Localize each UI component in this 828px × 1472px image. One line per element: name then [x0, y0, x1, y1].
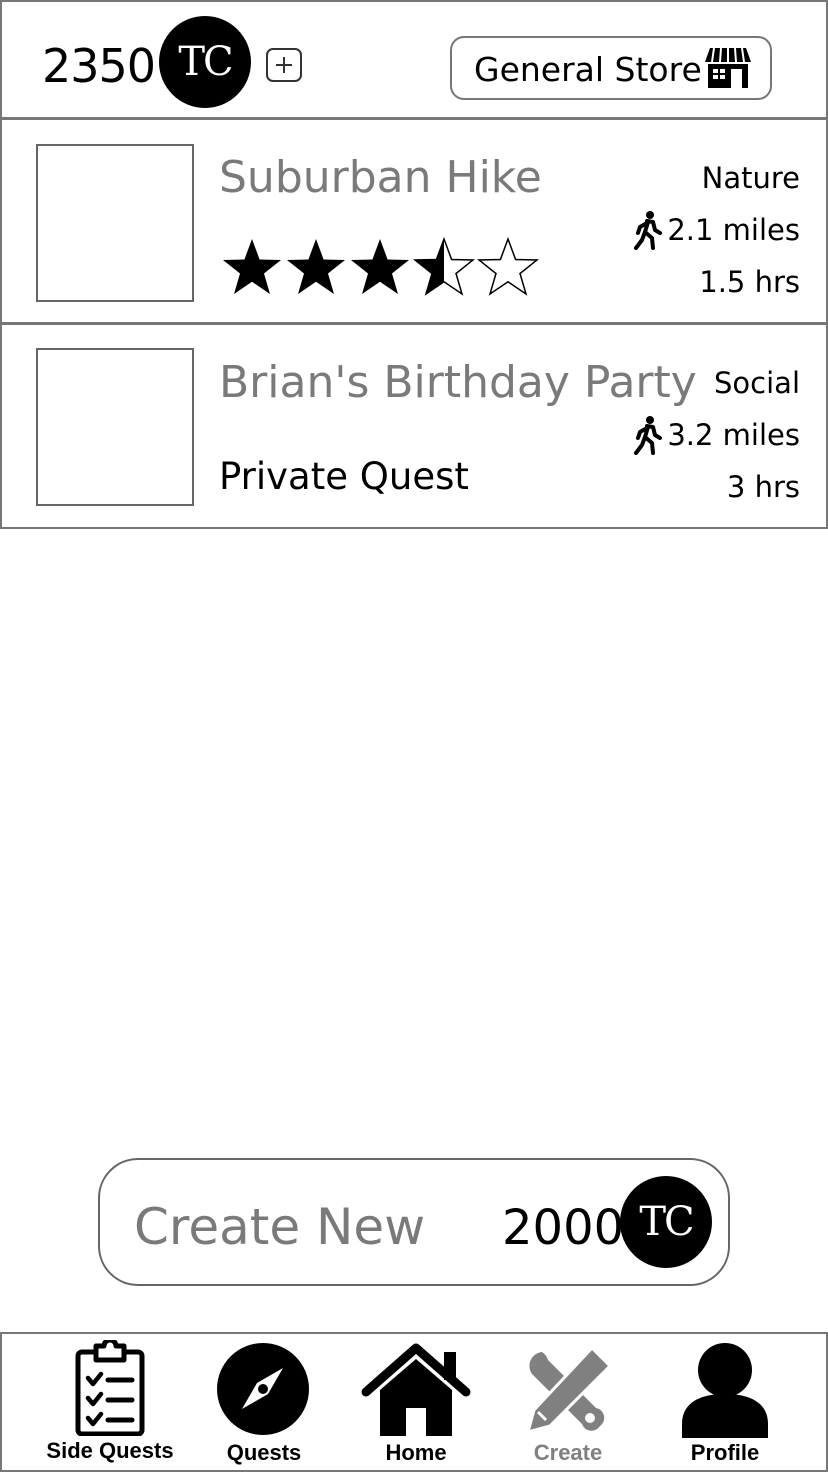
bottom-nav: Side Quests Quests Home Create Profile	[0, 1332, 828, 1472]
general-store-label: General Store	[474, 50, 702, 89]
quest-distance-value: 2.1 miles	[667, 213, 800, 247]
quest-distance: 2.1 miles	[633, 210, 800, 250]
nav-item-side-quests[interactable]: Side Quests	[38, 1334, 182, 1472]
quest-title: Suburban Hike	[219, 152, 542, 203]
star-rating	[220, 236, 540, 296]
nav-item-quests[interactable]: Quests	[202, 1334, 326, 1472]
star-half-icon	[412, 236, 476, 296]
walking-person-icon	[634, 416, 663, 455]
coin-icon: TC	[159, 16, 251, 108]
star-full-icon	[351, 239, 409, 294]
create-new-button[interactable]: Create New 2000 TC	[98, 1158, 730, 1286]
quest-card[interactable]: Suburban Hike Nature 2.1 miles 1.5 hrs	[0, 120, 828, 325]
star-full-icon	[287, 239, 345, 294]
nav-label: Create	[533, 1440, 603, 1465]
quest-distance-value: 3.2 miles	[667, 418, 800, 452]
create-cost: 2000	[502, 1200, 625, 1256]
quest-privacy-label: Private Quest	[219, 455, 469, 498]
quest-thumbnail	[36, 348, 194, 506]
nav-item-create[interactable]: Create	[508, 1334, 628, 1472]
quest-category: Nature	[701, 161, 800, 195]
quest-title: Brian's Birthday Party	[219, 357, 697, 408]
quest-duration: 1.5 hrs	[699, 265, 800, 299]
nav-label: Profile	[690, 1440, 760, 1465]
walking-person-icon	[634, 211, 663, 250]
add-coins-button[interactable]	[266, 48, 302, 82]
home-icon	[361, 1343, 471, 1436]
star-empty-icon	[476, 236, 540, 296]
nav-label: Home	[385, 1440, 447, 1465]
nav-label: Quests	[226, 1440, 302, 1465]
coin-balance: 2350	[42, 39, 156, 93]
general-store-button[interactable]: General Store	[450, 36, 772, 100]
quest-category: Social	[714, 366, 800, 400]
star-full-icon	[223, 239, 281, 294]
compass-icon	[217, 1343, 309, 1435]
quest-thumbnail	[36, 144, 194, 302]
top-bar: 2350 TC General Store	[0, 0, 828, 120]
nav-item-home[interactable]: Home	[352, 1334, 480, 1472]
tools-icon	[525, 1345, 613, 1435]
quest-duration: 3 hrs	[726, 470, 800, 504]
nav-label: Side Quests	[46, 1438, 174, 1463]
quest-distance: 3.2 miles	[633, 415, 800, 455]
coin-icon: TC	[620, 1176, 712, 1268]
create-new-label: Create New	[134, 1198, 426, 1256]
quest-card[interactable]: Brian's Birthday Party Private Quest Soc…	[0, 325, 828, 529]
storefront-icon	[705, 47, 751, 88]
clipboard-checklist-icon	[75, 1340, 145, 1436]
user-icon	[682, 1343, 768, 1438]
nav-item-profile[interactable]: Profile	[662, 1334, 788, 1472]
